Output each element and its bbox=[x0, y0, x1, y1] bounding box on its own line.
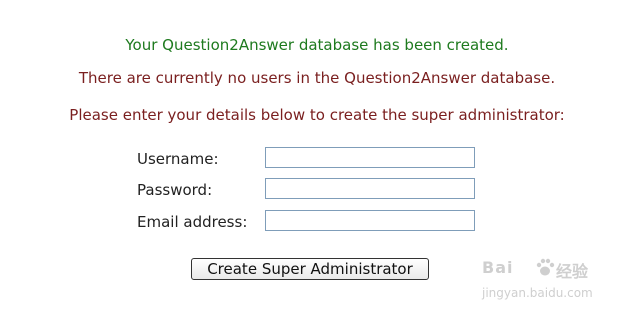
username-label: Username: bbox=[137, 150, 219, 168]
password-label: Password: bbox=[137, 181, 213, 199]
create-super-admin-button[interactable]: Create Super Administrator bbox=[191, 258, 429, 280]
watermark-logo-text-2: 经验 bbox=[556, 262, 589, 281]
create-admin-prompt: Please enter your details below to creat… bbox=[69, 106, 565, 124]
baidu-jingyan-watermark: Bai 经验 jingyan.baidu.com bbox=[482, 258, 608, 310]
setup-page: Your Question2Answer database has been c… bbox=[0, 0, 634, 324]
email-label: Email address: bbox=[137, 213, 248, 231]
password-input[interactable] bbox=[265, 178, 475, 199]
username-input[interactable] bbox=[265, 147, 475, 168]
db-created-message: Your Question2Answer database has been c… bbox=[125, 36, 509, 54]
paw-icon bbox=[536, 258, 555, 276]
email-input[interactable] bbox=[265, 210, 475, 231]
watermark-url: jingyan.baidu.com bbox=[482, 286, 593, 300]
no-users-message: There are currently no users in the Ques… bbox=[78, 69, 556, 87]
watermark-logo-text: Bai bbox=[482, 258, 514, 277]
